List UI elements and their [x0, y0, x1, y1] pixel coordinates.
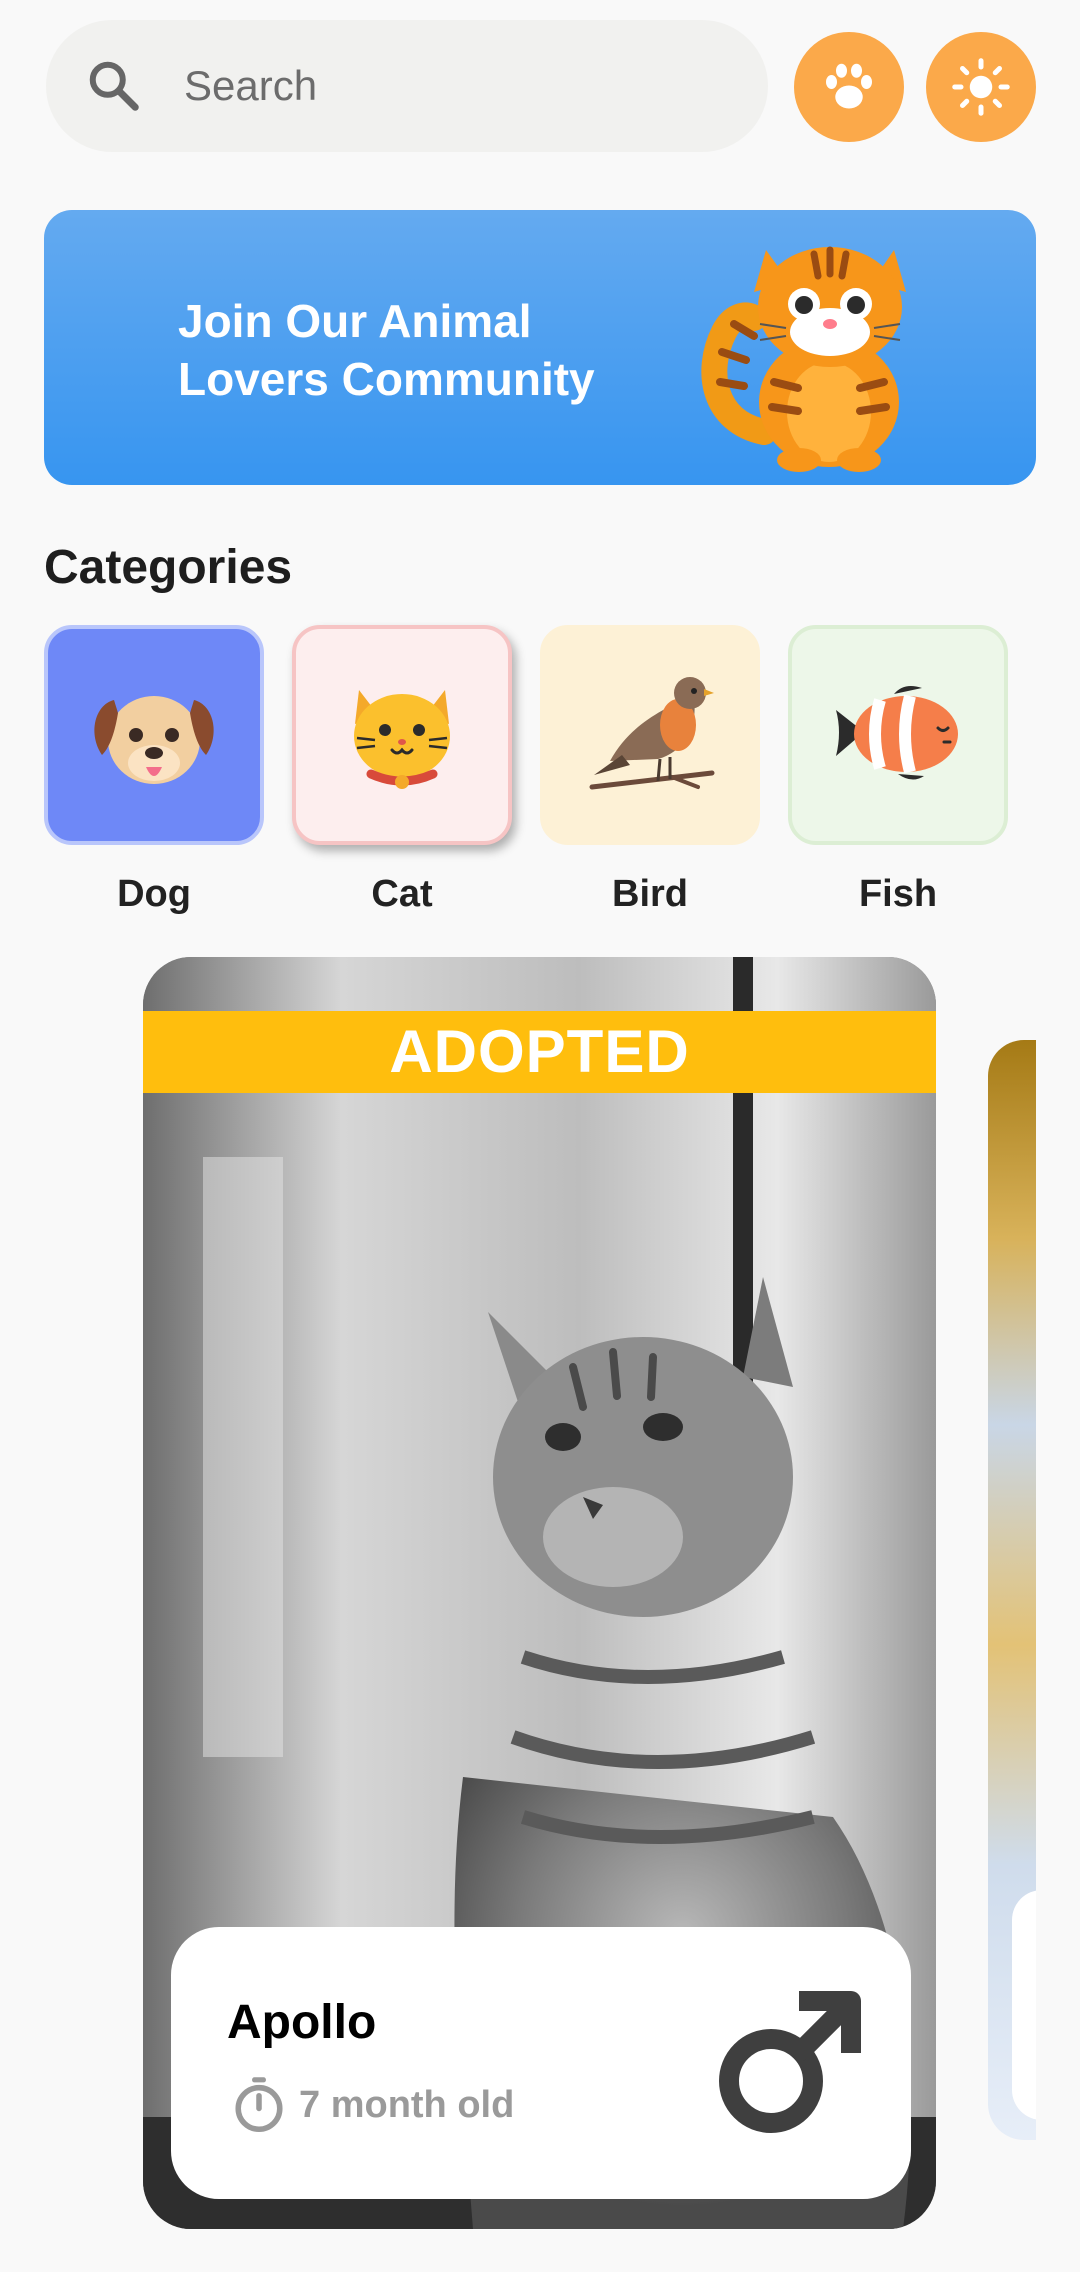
- banner-text: Join Our Animal Lovers Community: [178, 295, 595, 405]
- category-fish[interactable]: Fish: [788, 625, 1008, 916]
- category-cat[interactable]: Cat: [292, 625, 512, 916]
- male-icon: [719, 1991, 861, 2133]
- bird-icon: [589, 677, 715, 790]
- pet-info-panel: Apollo 7 month old: [171, 1927, 911, 2199]
- category-tile-bird[interactable]: [540, 625, 760, 845]
- category-tile-cat[interactable]: [292, 625, 512, 845]
- search-icon: [89, 61, 139, 111]
- category-label: Cat: [371, 873, 433, 915]
- category-tile-fish[interactable]: [788, 625, 1008, 845]
- dog-icon: [94, 696, 214, 784]
- fish-icon: [836, 686, 958, 780]
- community-banner[interactable]: Join Our Animal Lovers Community: [44, 210, 1036, 485]
- search-input[interactable]: [184, 62, 704, 110]
- pet-name: Apollo: [227, 1996, 377, 2049]
- pet-age-row: 7 month old: [231, 2075, 514, 2135]
- categories-title: Categories: [44, 541, 293, 594]
- home-screen: Join Our Animal Lovers Community C: [0, 0, 1080, 2272]
- category-label: Dog: [117, 873, 191, 915]
- next-pet-info-panel: [1012, 1890, 1036, 2120]
- next-pet-card[interactable]: [988, 1040, 1036, 2140]
- category-tile-dog[interactable]: [44, 625, 264, 845]
- paw-button[interactable]: [794, 32, 904, 142]
- cat-illustration: [701, 246, 906, 472]
- paw-icon: [826, 63, 872, 109]
- category-bird[interactable]: Bird: [540, 625, 760, 916]
- timer-icon: [235, 2077, 283, 2132]
- pet-age: 7 month old: [299, 2083, 515, 2126]
- category-label: Fish: [858, 873, 938, 915]
- category-label: Bird: [612, 873, 688, 915]
- adopted-badge: ADOPTED: [143, 1011, 936, 1093]
- search-bar[interactable]: [46, 20, 768, 152]
- sun-icon: [952, 58, 1010, 116]
- theme-toggle-button[interactable]: [926, 32, 1036, 142]
- pet-card[interactable]: ADOPTED Apollo 7 month old: [143, 957, 936, 2229]
- category-dog[interactable]: Dog: [44, 625, 264, 916]
- cat-icon: [354, 690, 450, 789]
